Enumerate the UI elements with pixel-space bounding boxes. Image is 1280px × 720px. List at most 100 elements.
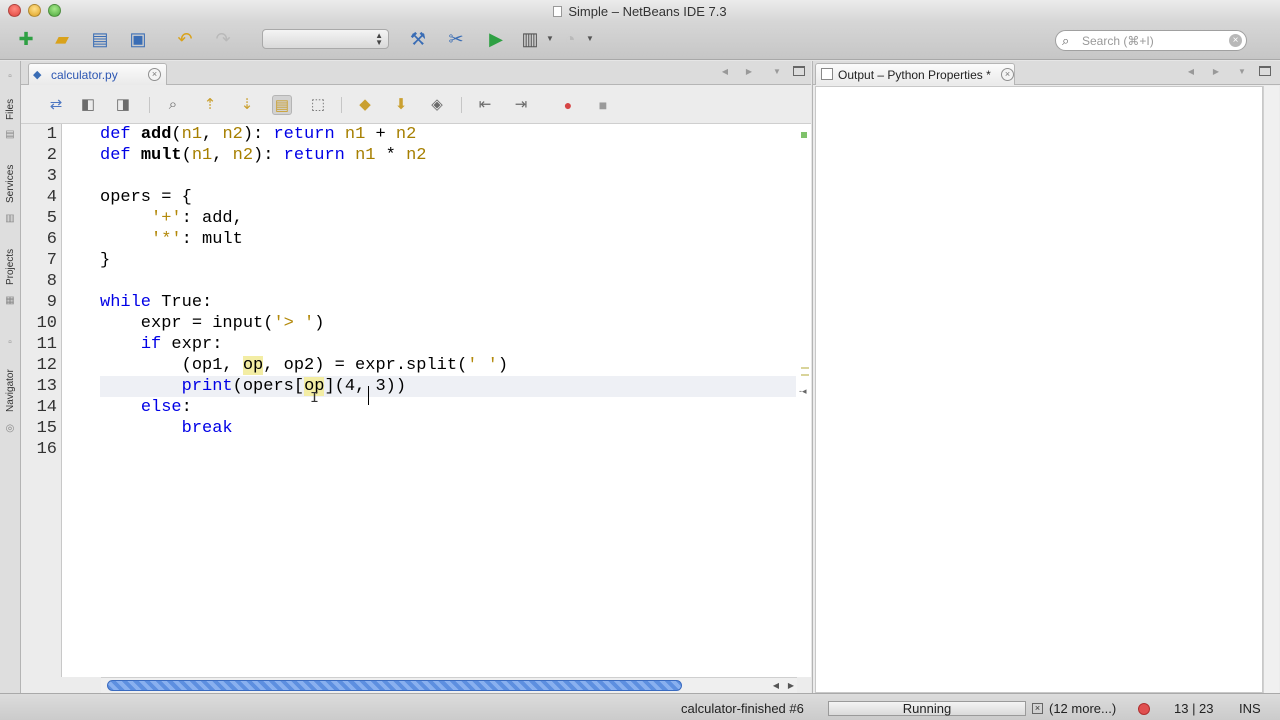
- status-bar: calculator-finished #6 Running × (12 mor…: [0, 693, 1280, 720]
- output-console[interactable]: [815, 86, 1263, 693]
- undo-icon[interactable]: ↶: [172, 26, 198, 52]
- shift-right-icon[interactable]: ⇥: [511, 95, 531, 115]
- code-line: if expr:: [140, 335, 223, 354]
- line-number: 15: [36, 419, 57, 438]
- save-all-icon[interactable]: ▣: [125, 26, 151, 52]
- tab-list-icon[interactable]: ▼: [769, 65, 785, 79]
- line-number: 5: [46, 209, 57, 228]
- stop-macro-recording-icon[interactable]: ■: [593, 95, 613, 115]
- error-stripe-ok-icon: [801, 132, 807, 138]
- output-tab-strip: Output – Python Properties * × ◀ ▶ ▼: [813, 61, 1280, 85]
- side-tab-files[interactable]: Files: [2, 91, 19, 127]
- shift-left-icon[interactable]: ⇤: [475, 95, 495, 115]
- output-window-icon: [821, 68, 833, 80]
- previous-bookmark-icon[interactable]: ◆: [355, 95, 375, 115]
- horizontal-scrollbar[interactable]: ◀ ▶: [101, 677, 797, 693]
- scroll-right-icon[interactable]: ▶: [784, 679, 798, 692]
- debug-icon[interactable]: ▥: [517, 26, 543, 52]
- profile-dropdown-icon[interactable]: ▼: [586, 34, 594, 43]
- caret-position: 13 | 23: [1174, 701, 1214, 716]
- main-toolbar: ✚ ▰ ▤ ▣ ↶ ↷ ▲ ▼ ⚒ ✂ ▶ ▥ ▼ ◔ ▼ ⌕ Search (⌘…: [0, 22, 1280, 60]
- occurrence-mark[interactable]: [801, 367, 809, 369]
- code-line: (op1, op, op2) = expr.split(' '): [100, 356, 509, 375]
- line-number: 8: [46, 272, 57, 291]
- toggle-highlight-icon[interactable]: ▤: [272, 95, 292, 115]
- find-selection-icon[interactable]: ⌕: [163, 95, 183, 115]
- files-panel-icon: ▤: [5, 129, 15, 140]
- toggle-bookmark-icon[interactable]: ◈: [427, 95, 447, 115]
- clear-search-icon[interactable]: ×: [1229, 34, 1242, 47]
- find-next-icon[interactable]: ⇣: [237, 95, 257, 115]
- navigator-icon: ◎: [5, 423, 15, 434]
- caret-position-mark: -◂: [799, 386, 807, 396]
- occurrence-mark[interactable]: [801, 374, 809, 376]
- window-title-text: Simple – NetBeans IDE 7.3: [568, 4, 727, 19]
- close-output-tab-icon[interactable]: ×: [1001, 68, 1014, 81]
- text-caret: [368, 386, 369, 405]
- configuration-select[interactable]: ▲ ▼: [262, 29, 389, 49]
- toolbar-separator: [341, 97, 342, 113]
- history-back-icon[interactable]: ◧: [78, 95, 98, 115]
- scroll-left-icon[interactable]: ◀: [769, 679, 783, 692]
- projects-icon: ▦: [5, 295, 15, 306]
- open-project-icon[interactable]: ▤: [87, 26, 113, 52]
- line-number: 10: [36, 314, 57, 333]
- code-line: expr = input('> '): [100, 314, 325, 333]
- search-icon: ⌕: [1062, 33, 1070, 48]
- code-line: opers = {: [100, 188, 192, 207]
- progress-label: Running: [902, 701, 952, 716]
- clean-build-icon[interactable]: ✂: [443, 26, 469, 52]
- profile-icon[interactable]: ◔: [557, 26, 583, 52]
- search-field[interactable]: ⌕ Search (⌘+I) ×: [1055, 30, 1247, 51]
- line-number: 12: [36, 356, 57, 375]
- maximize-editor-icon[interactable]: [793, 66, 805, 76]
- output-tab-list-icon[interactable]: ▼: [1234, 65, 1250, 79]
- files-icon: ▫: [8, 71, 12, 82]
- toolbar-separator: [461, 97, 462, 113]
- exception-icon[interactable]: [1138, 703, 1150, 715]
- output-scroll-right-icon[interactable]: ▶: [1208, 65, 1224, 79]
- editor-panel: ◆ calculator.py × ◀ ▶ ▼ ⇄ ◧ ◨ ⌕ ⇡ ⇣ ▤ ⬚ …: [21, 61, 811, 693]
- start-macro-recording-icon[interactable]: ●: [558, 95, 578, 115]
- run-icon[interactable]: ▶: [483, 26, 509, 52]
- progress-bar[interactable]: Running: [828, 701, 1026, 716]
- redo-icon[interactable]: ↷: [210, 26, 236, 52]
- maximize-output-icon[interactable]: [1259, 66, 1271, 76]
- line-number: 14: [36, 398, 57, 417]
- line-number: 3: [46, 167, 57, 186]
- history-forward-icon[interactable]: ◨: [113, 95, 133, 115]
- scroll-tabs-right-icon[interactable]: ▶: [741, 65, 757, 79]
- toggle-rect-select-icon[interactable]: ⬚: [308, 95, 328, 115]
- next-bookmark-icon[interactable]: ⬇: [391, 95, 411, 115]
- document-icon: [553, 6, 563, 17]
- editor-tab-calculator[interactable]: ◆ calculator.py ×: [28, 63, 167, 85]
- code-line: }: [100, 251, 111, 270]
- code-line: while True:: [100, 293, 213, 312]
- cancel-task-icon[interactable]: ×: [1032, 703, 1043, 714]
- build-icon[interactable]: ⚒: [405, 26, 431, 52]
- debug-dropdown-icon[interactable]: ▼: [546, 34, 554, 43]
- line-number: 6: [46, 230, 57, 249]
- output-tab[interactable]: Output – Python Properties * ×: [815, 63, 1015, 85]
- find-previous-icon[interactable]: ⇡: [200, 95, 220, 115]
- line-number: 2: [46, 146, 57, 165]
- output-tab-label: Output – Python Properties *: [838, 68, 991, 82]
- running-task-label: calculator-finished #6: [681, 701, 804, 716]
- title-bar: Simple – NetBeans IDE 7.3: [0, 0, 1280, 22]
- code-editor[interactable]: def add(n1, n2): return n1 + n2 def mult…: [62, 124, 811, 677]
- more-tasks-link[interactable]: (12 more...): [1049, 701, 1116, 716]
- line-number: 7: [46, 251, 57, 270]
- scroll-tabs-left-icon[interactable]: ◀: [717, 65, 733, 79]
- source-view-icon[interactable]: ⇄: [46, 95, 66, 115]
- mouse-ibeam-cursor: I: [310, 390, 320, 407]
- output-scroll-left-icon[interactable]: ◀: [1183, 65, 1199, 79]
- scrollbar-thumb[interactable]: [107, 680, 682, 691]
- line-number: 4: [46, 188, 57, 207]
- code-line: else:: [140, 398, 192, 417]
- output-vertical-scrollbar[interactable]: [1263, 86, 1279, 693]
- close-tab-icon[interactable]: ×: [148, 68, 161, 81]
- new-project-icon[interactable]: ▰: [49, 26, 75, 52]
- services-icon: ▥: [5, 213, 15, 224]
- new-file-icon[interactable]: ✚: [13, 26, 39, 52]
- python-file-icon: ◆: [33, 69, 42, 81]
